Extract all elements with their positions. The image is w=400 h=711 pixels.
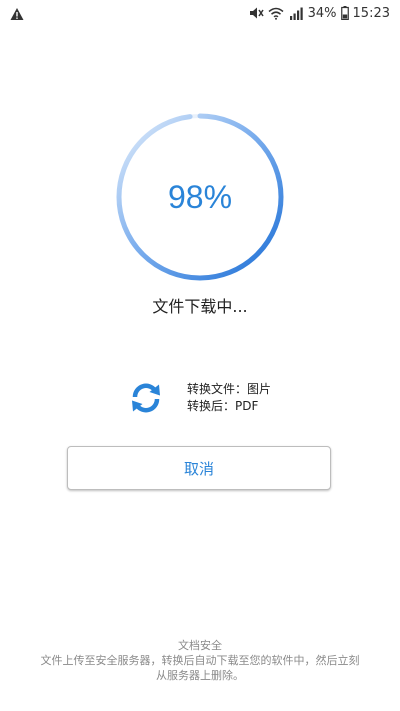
status-bar: 34% 15:23: [0, 0, 400, 26]
battery-icon: [340, 5, 349, 21]
cancel-button[interactable]: 取消: [67, 446, 331, 490]
battery-percent: 34%: [307, 5, 337, 21]
mute-icon: [249, 5, 264, 21]
progress-percent: 98%: [167, 178, 233, 215]
download-progress-ring: 98%: [112, 109, 288, 285]
target-format: 转换后：PDF: [187, 399, 259, 413]
download-status-text: 文件下载中...: [152, 297, 248, 316]
security-description: 文件上传至安全服务器，转换后自动下载至您的软件中，然后立刻从服务器上删除。: [40, 654, 360, 682]
sync-icon: [128, 380, 164, 416]
security-title: 文档安全: [178, 639, 222, 652]
clock: 15:23: [352, 5, 390, 21]
conversion-info: 转换文件：图片 转换后：PDF: [187, 381, 271, 415]
signal-icon: [288, 5, 304, 21]
status-indicators: 34% 15:23: [249, 4, 390, 22]
wifi-icon: [268, 5, 284, 21]
source-format: 转换文件：图片: [187, 382, 272, 396]
warning-icon: [10, 6, 24, 20]
